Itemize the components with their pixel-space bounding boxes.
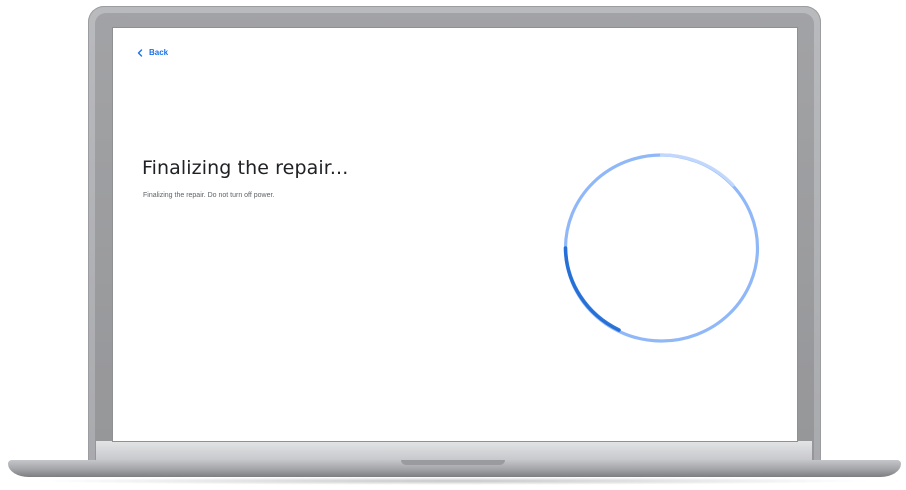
- laptop-screen: Back Finalizing the repair... Finalizing…: [113, 28, 797, 441]
- page-title: Finalizing the repair...: [142, 157, 349, 179]
- laptop-hinge: [96, 441, 812, 461]
- back-label: Back: [149, 48, 169, 57]
- laptop-illustration: Back Finalizing the repair... Finalizing…: [0, 0, 906, 490]
- progress-spinner: [563, 153, 760, 343]
- page-subtitle: Finalizing the repair. Do not turn off p…: [143, 192, 275, 199]
- laptop-base-notch: [401, 460, 505, 465]
- chevron-left-icon: [137, 48, 143, 57]
- back-button[interactable]: Back: [137, 48, 168, 57]
- laptop-shadow: [30, 477, 876, 485]
